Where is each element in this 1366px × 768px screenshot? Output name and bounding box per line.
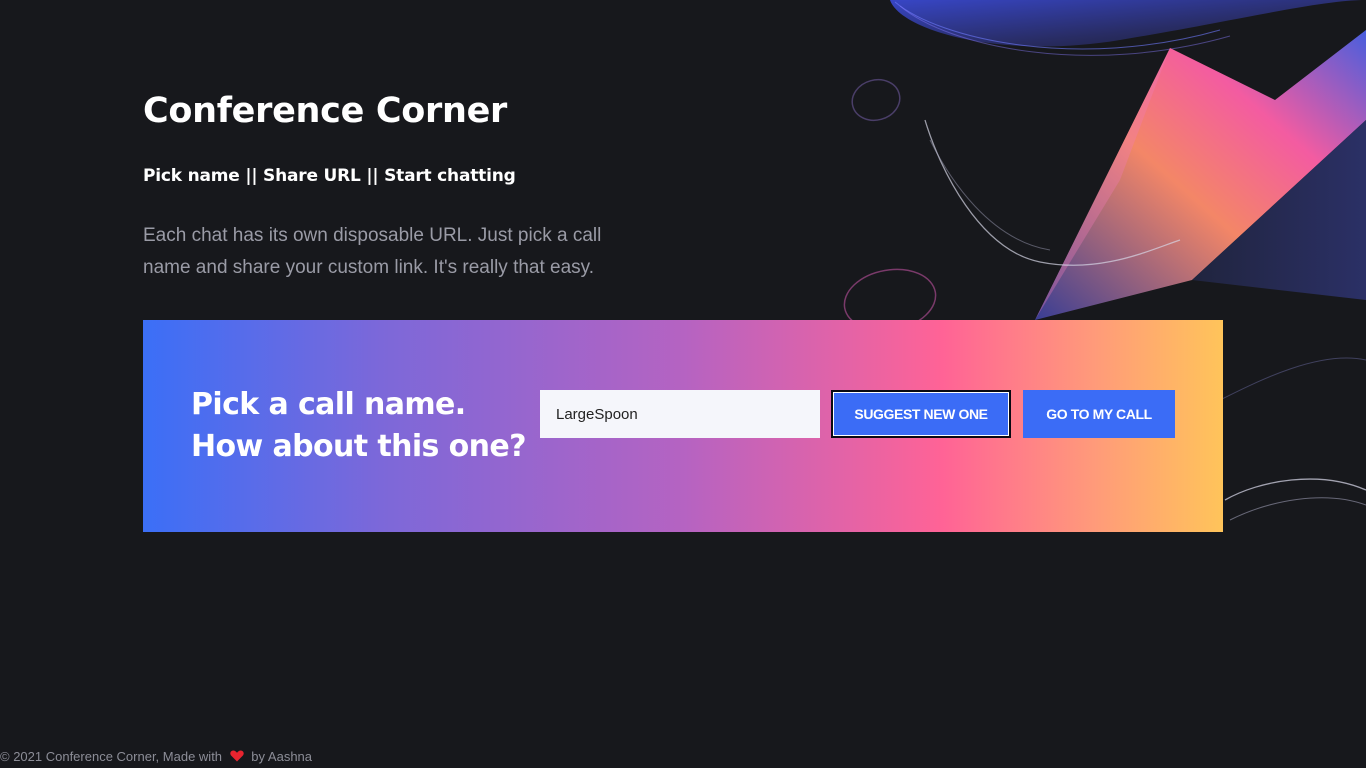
page-title: Conference Corner: [143, 91, 508, 131]
go-to-my-call-button[interactable]: GO TO MY CALL: [1023, 390, 1175, 438]
suggest-new-one-button[interactable]: SUGGEST NEW ONE: [831, 390, 1011, 438]
tagline: Pick name || Share URL || Start chatting: [143, 166, 516, 186]
call-name-panel: Pick a call name. How about this one? SU…: [143, 320, 1223, 532]
heart-icon: [229, 749, 244, 767]
call-name-heading-line2: How about this one?: [191, 429, 527, 464]
page: Conference Corner Pick name || Share URL…: [0, 0, 1366, 768]
call-name-heading-line1: Pick a call name.: [191, 387, 466, 422]
call-name-heading: Pick a call name. How about this one?: [191, 384, 527, 468]
footer-suffix: by Aashna: [251, 749, 313, 764]
footer: © 2021 Conference Corner, Made with by A…: [0, 748, 312, 767]
footer-prefix: © 2021 Conference Corner, Made with: [0, 749, 223, 764]
description: Each chat has its own disposable URL. Ju…: [143, 225, 602, 278]
call-name-input[interactable]: [540, 390, 820, 438]
hero-section: Conference Corner Pick name || Share URL…: [143, 88, 703, 284]
